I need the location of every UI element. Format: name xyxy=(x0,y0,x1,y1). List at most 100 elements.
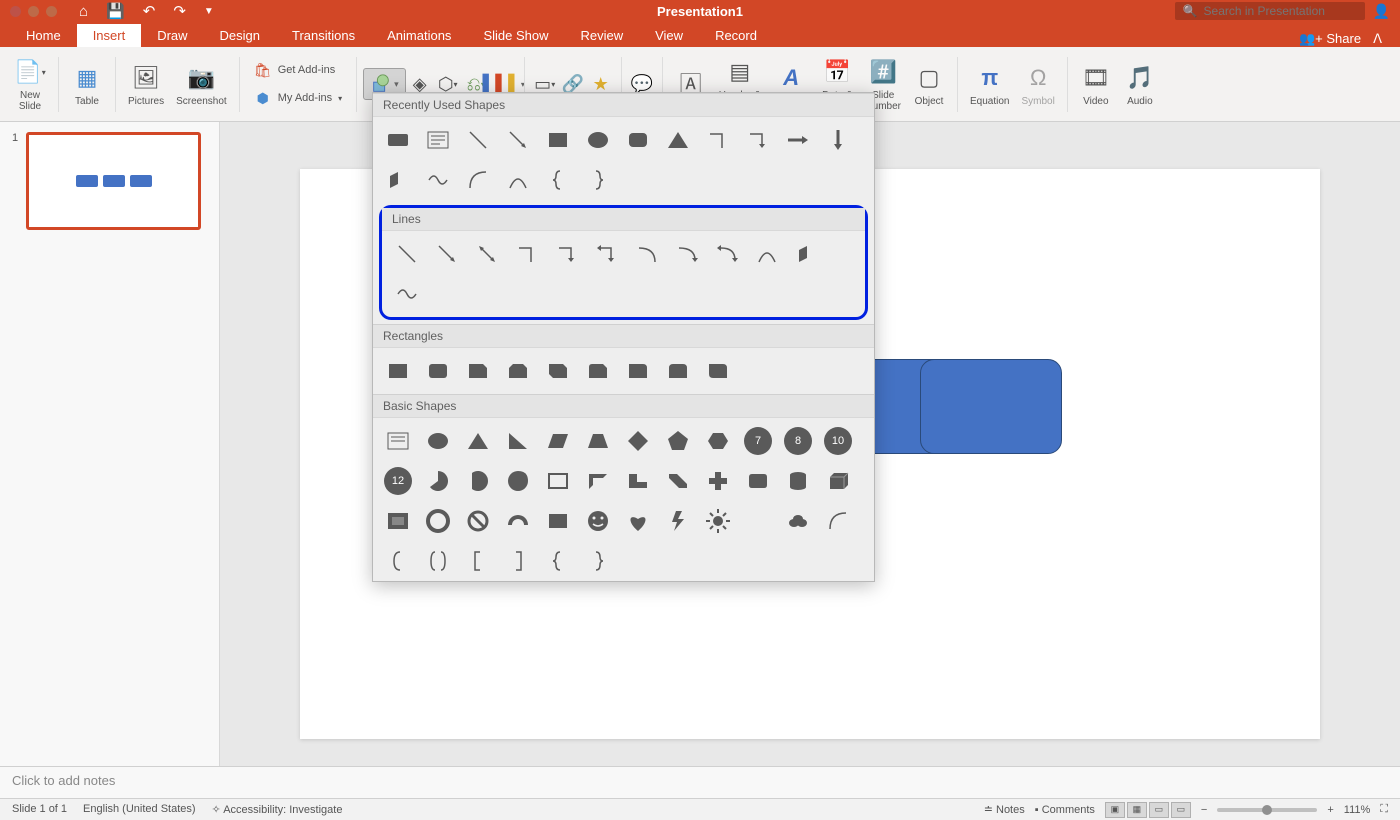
undo-icon[interactable]: ↶ xyxy=(143,2,156,20)
line-curved[interactable] xyxy=(630,237,664,271)
rect-snip2-same[interactable] xyxy=(501,354,535,388)
shape-arc[interactable] xyxy=(461,163,495,197)
close-window-button[interactable] xyxy=(10,6,21,17)
basic-moon[interactable] xyxy=(741,504,775,538)
basic-cloud[interactable] xyxy=(781,504,815,538)
zoom-in-button[interactable]: + xyxy=(1327,804,1333,816)
screenshot-button[interactable]: 📷 Screenshot xyxy=(170,62,233,107)
tab-review[interactable]: Review xyxy=(564,24,639,47)
tab-insert[interactable]: Insert xyxy=(77,24,142,47)
line-straight[interactable] xyxy=(390,237,424,271)
pictures-button[interactable]: 🖼 Pictures xyxy=(122,62,170,107)
shape-scribble[interactable] xyxy=(421,163,455,197)
notes-toggle[interactable]: ≐ Notes xyxy=(984,803,1025,816)
get-addins-button[interactable]: 🛍Get Add-ins xyxy=(246,59,350,81)
basic-bracket-left[interactable] xyxy=(381,544,415,578)
shape-right-arrow[interactable] xyxy=(781,123,815,157)
basic-chord[interactable] xyxy=(461,464,495,498)
basic-brace-left[interactable] xyxy=(541,544,575,578)
zoom-level[interactable]: 111% xyxy=(1344,804,1371,816)
tab-slideshow[interactable]: Slide Show xyxy=(467,24,564,47)
basic-brace-right[interactable] xyxy=(581,544,615,578)
shape-freeform[interactable] xyxy=(381,163,415,197)
shape-elbow-arrow[interactable] xyxy=(741,123,775,157)
shape-down-arrow[interactable] xyxy=(821,123,855,157)
basic-diamond[interactable] xyxy=(621,424,655,458)
rect-round2-same[interactable] xyxy=(661,354,695,388)
basic-half-frame[interactable] xyxy=(581,464,615,498)
basic-noSymbol[interactable] xyxy=(461,504,495,538)
tab-record[interactable]: Record xyxy=(699,24,773,47)
search-box[interactable]: 🔍 xyxy=(1175,2,1365,20)
rect-rounded[interactable] xyxy=(421,354,455,388)
slide-thumbnail-1[interactable] xyxy=(26,132,201,230)
basic-pie[interactable] xyxy=(421,464,455,498)
basic-parallelogram[interactable] xyxy=(541,424,575,458)
line-arrow[interactable] xyxy=(430,237,464,271)
basic-pentagon[interactable] xyxy=(661,424,695,458)
maximize-window-button[interactable] xyxy=(46,6,57,17)
shape-right-brace[interactable] xyxy=(581,163,615,197)
basic-sun[interactable] xyxy=(701,504,735,538)
minimize-window-button[interactable] xyxy=(28,6,39,17)
shape-line[interactable] xyxy=(461,123,495,157)
basic-cross[interactable] xyxy=(701,464,735,498)
rect-round1[interactable] xyxy=(621,354,655,388)
basic-dodecagon[interactable]: 12 xyxy=(381,464,415,498)
line-elbow-double[interactable] xyxy=(590,237,624,271)
video-button[interactable]: 🎞Video xyxy=(1074,62,1118,107)
basic-trapezoid[interactable] xyxy=(581,424,615,458)
basic-folded-corner[interactable] xyxy=(541,504,575,538)
shape-oval[interactable] xyxy=(581,123,615,157)
basic-heart[interactable] xyxy=(621,504,655,538)
basic-teardrop[interactable] xyxy=(501,464,535,498)
basic-hexagon[interactable] xyxy=(701,424,735,458)
home-icon[interactable]: ⌂ xyxy=(79,3,88,20)
shape-elbow-connector[interactable] xyxy=(701,123,735,157)
rect-plain[interactable] xyxy=(381,354,415,388)
customize-qat-icon[interactable]: ▼ xyxy=(204,6,214,17)
basic-smiley[interactable] xyxy=(581,504,615,538)
basic-triangle[interactable] xyxy=(461,424,495,458)
tab-design[interactable]: Design xyxy=(204,24,276,47)
slide-indicator[interactable]: Slide 1 of 1 xyxy=(12,803,67,816)
basic-lightning[interactable] xyxy=(661,504,695,538)
basic-bracket-sq-left[interactable] xyxy=(461,544,495,578)
basic-diag-stripe[interactable] xyxy=(661,464,695,498)
language-indicator[interactable]: English (United States) xyxy=(83,803,196,816)
basic-lshape[interactable] xyxy=(621,464,655,498)
basic-bracket-sq-right[interactable] xyxy=(501,544,535,578)
basic-arc2[interactable] xyxy=(821,504,855,538)
basic-octagon[interactable]: 8 xyxy=(781,424,815,458)
zoom-slider[interactable] xyxy=(1217,808,1317,812)
collapse-ribbon-icon[interactable]: ᐱ xyxy=(1373,31,1382,47)
notes-pane[interactable]: Click to add notes xyxy=(0,766,1400,798)
basic-decagon[interactable]: 10 xyxy=(821,424,855,458)
normal-view-button[interactable]: ▣ xyxy=(1105,802,1125,818)
basic-bevel[interactable] xyxy=(381,504,415,538)
line-curved-double[interactable] xyxy=(710,237,744,271)
new-slide-button[interactable]: 📄▾ New Slide xyxy=(8,56,52,112)
user-account-icon[interactable]: 👤 xyxy=(1373,3,1390,20)
accessibility-indicator[interactable]: ✧ Accessibility: Investigate xyxy=(212,803,343,816)
line-freeform-fill[interactable] xyxy=(790,237,824,271)
shape-rectangle[interactable] xyxy=(541,123,575,157)
line-scribble[interactable] xyxy=(390,277,424,311)
fit-to-window-button[interactable]: ⛶ xyxy=(1380,803,1388,816)
basic-heptagon[interactable]: 7 xyxy=(741,424,775,458)
share-button[interactable]: 👥+ Share xyxy=(1299,31,1361,47)
equation-button[interactable]: πEquation xyxy=(964,62,1015,107)
line-curve-tool[interactable] xyxy=(750,237,784,271)
rect-round2-diag[interactable] xyxy=(701,354,735,388)
my-addins-button[interactable]: ⬢My Add-ins▾ xyxy=(246,87,350,109)
line-double-arrow[interactable] xyxy=(470,237,504,271)
shape-triangle[interactable] xyxy=(661,123,695,157)
tab-view[interactable]: View xyxy=(639,24,699,47)
basic-oval[interactable] xyxy=(421,424,455,458)
save-icon[interactable]: 💾 xyxy=(106,2,125,20)
shape-curve[interactable] xyxy=(501,163,535,197)
basic-block-arc[interactable] xyxy=(501,504,535,538)
shape-left-brace[interactable] xyxy=(541,163,575,197)
basic-right-triangle[interactable] xyxy=(501,424,535,458)
slidesorter-view-button[interactable]: ▦ xyxy=(1127,802,1147,818)
